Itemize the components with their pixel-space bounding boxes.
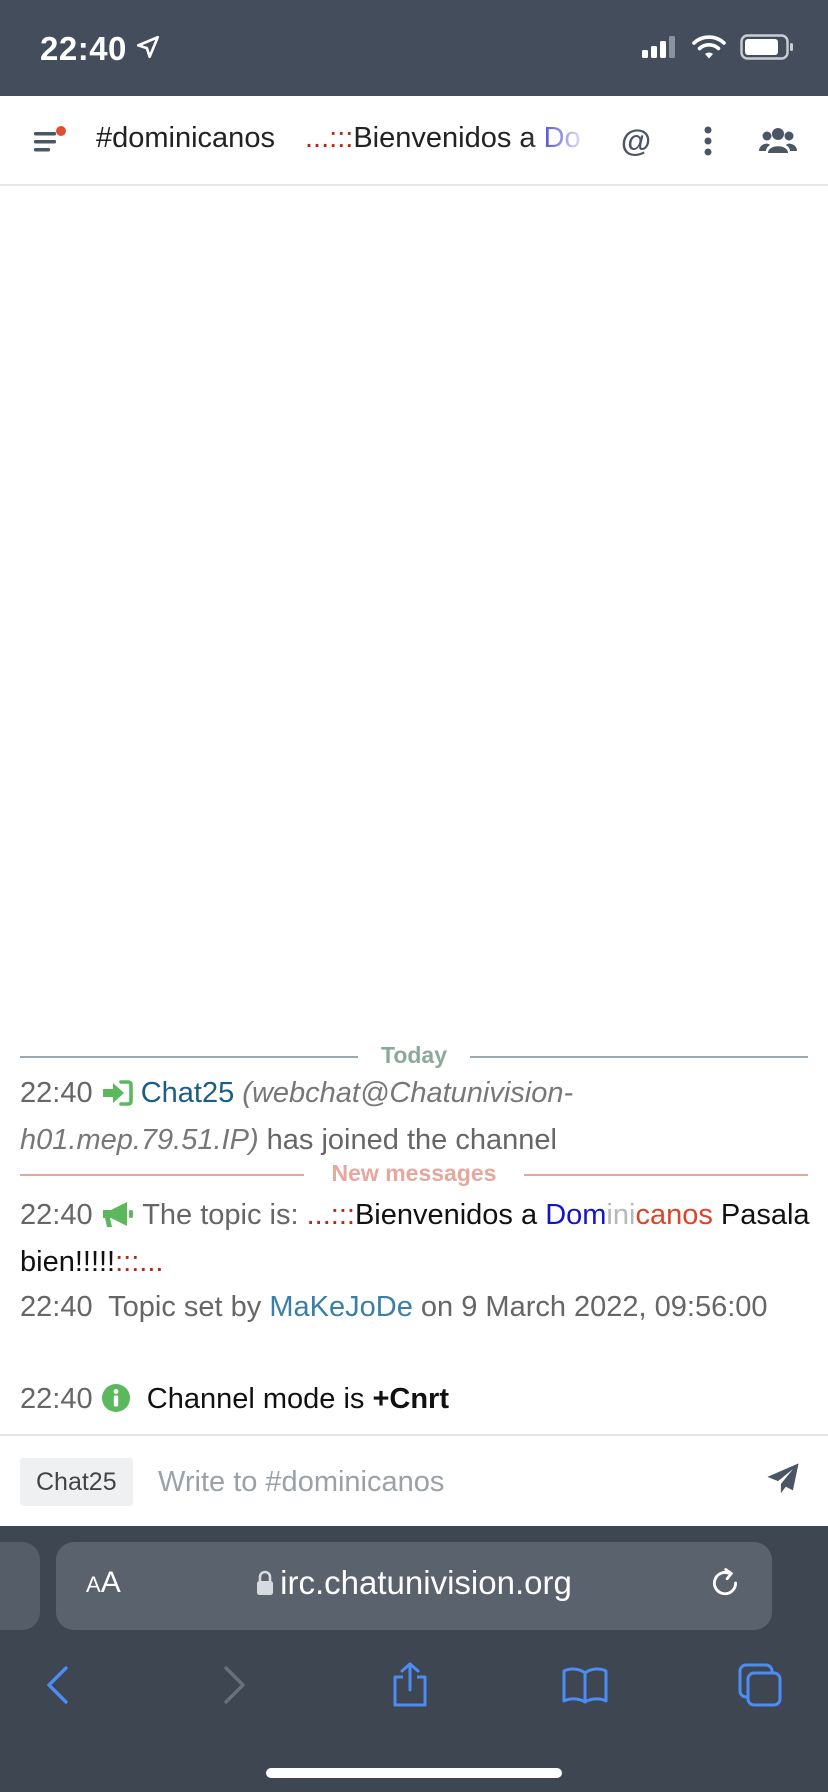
info-icon xyxy=(101,1383,131,1425)
topic-dots: ...::: xyxy=(306,1199,355,1231)
reload-button[interactable] xyxy=(708,1566,746,1604)
forward-button[interactable] xyxy=(210,1660,260,1710)
share-button[interactable] xyxy=(385,1660,435,1710)
channel-options-button[interactable] xyxy=(696,120,720,162)
join-message: 22:40 Chat25 (webchat@Chatunivision-h01.… xyxy=(20,1072,810,1161)
message-list[interactable]: Today 22:40 Chat25 (webchat@Chatunivisio… xyxy=(0,188,828,1434)
topic-canos: canos xyxy=(635,1199,713,1231)
battery-icon xyxy=(740,34,794,65)
url-text: irc.chatunivision.org xyxy=(280,1564,572,1601)
kebab-menu-icon xyxy=(704,126,712,156)
topic-preview[interactable]: ...:::Bienvenidos a Do xyxy=(305,122,590,162)
signal-icon xyxy=(642,35,678,64)
topic-set-prefix: Topic set by xyxy=(108,1291,262,1323)
own-nick-badge[interactable]: Chat25 xyxy=(20,1458,133,1506)
today-divider: Today xyxy=(20,1042,808,1072)
message-time: 22:40 xyxy=(20,1077,93,1109)
message-time: 22:40 xyxy=(20,1383,93,1415)
menu-button[interactable] xyxy=(32,124,68,158)
menu-icon xyxy=(34,126,66,152)
message-input[interactable] xyxy=(158,1456,738,1508)
users-icon xyxy=(759,128,797,153)
message-time: 22:40 xyxy=(20,1291,93,1323)
status-time: 22:40 xyxy=(40,30,127,67)
mode-text: Channel mode is xyxy=(146,1383,365,1415)
topic-setter-nick[interactable]: MaKeJoDe xyxy=(269,1291,412,1323)
topic-bienvenidos: Bienvenidos a xyxy=(354,1199,546,1231)
new-messages-divider: New messages xyxy=(20,1160,808,1190)
channel-header: #dominicanos ...:::Bienvenidos a Do @ xyxy=(0,96,828,186)
browser-nav-row xyxy=(0,1652,828,1722)
topic-preview-dots: ...::: xyxy=(305,122,354,154)
tabs-button[interactable] xyxy=(735,1660,785,1710)
channel-title[interactable]: #dominicanos xyxy=(96,122,275,155)
topic-preview-blue: Do xyxy=(543,122,581,154)
topic-ini: ini xyxy=(606,1199,636,1231)
url-display[interactable]: irc.chatunivision.org xyxy=(56,1564,772,1604)
browser-toolbar: AA irc.chatunivision.org xyxy=(0,1526,828,1792)
topic-set-message: 22:40 Topic set by MaKeJoDe on 9 March 2… xyxy=(20,1286,810,1328)
mentions-button[interactable]: @ xyxy=(618,120,654,162)
mode-message: 22:40 Channel mode is +Cnrt xyxy=(20,1378,810,1425)
back-icon xyxy=(47,1666,68,1704)
tabs-icon xyxy=(738,1663,782,1707)
nicklist-button[interactable] xyxy=(758,120,798,162)
bookmarks-icon xyxy=(562,1667,608,1704)
send-icon xyxy=(767,1463,799,1494)
ios-status-bar: 22:40 xyxy=(0,0,828,96)
topic-set-suffix: on 9 March 2022, 09:56:00 xyxy=(420,1291,768,1323)
topic-trailing: :::... xyxy=(115,1246,164,1278)
mode-value: +Cnrt xyxy=(372,1383,450,1415)
message-input-bar: Chat25 xyxy=(0,1434,828,1526)
wifi-icon xyxy=(692,34,726,65)
megaphone-icon xyxy=(101,1199,135,1241)
location-arrow-icon xyxy=(135,30,161,68)
message-time: 22:40 xyxy=(20,1199,93,1231)
join-arrow-icon xyxy=(101,1077,133,1119)
bookmarks-button[interactable] xyxy=(560,1660,610,1710)
topic-prefix: The topic is: xyxy=(142,1199,299,1231)
message-nick[interactable]: Chat25 xyxy=(141,1077,235,1109)
status-indicators xyxy=(642,34,794,65)
notification-dot xyxy=(56,126,66,136)
topic-message: 22:40 The topic is: ...:::Bienvenidos a … xyxy=(20,1194,810,1283)
forward-icon xyxy=(224,1666,245,1704)
send-button[interactable] xyxy=(766,1462,806,1502)
message-text: has joined the channel xyxy=(266,1124,557,1156)
topic-preview-text: Bienvenidos a xyxy=(353,122,544,154)
share-icon xyxy=(393,1662,427,1707)
previous-tab-stub[interactable] xyxy=(0,1542,40,1630)
topic-dom: Dom xyxy=(545,1199,607,1231)
home-indicator[interactable] xyxy=(266,1768,562,1778)
lock-icon xyxy=(256,1566,274,1604)
back-button[interactable] xyxy=(32,1660,82,1710)
address-bar[interactable]: AA irc.chatunivision.org xyxy=(56,1542,772,1630)
status-time-group: 22:40 xyxy=(40,30,161,68)
reload-icon xyxy=(712,1568,738,1596)
